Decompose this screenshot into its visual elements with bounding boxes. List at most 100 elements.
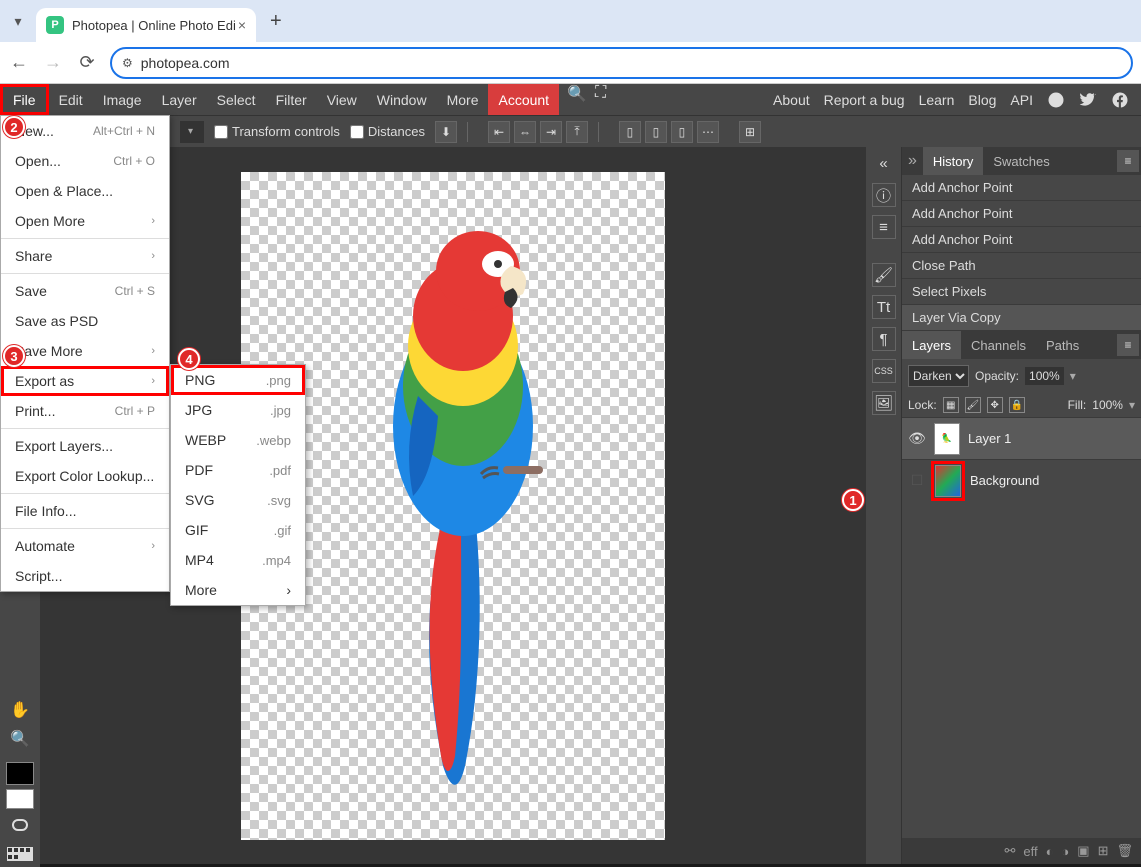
panel-menu-icon[interactable]: ≡ (1117, 150, 1139, 172)
history-item[interactable]: Add Anchor Point (902, 201, 1141, 227)
file-info[interactable]: File Info... (1, 496, 169, 526)
align-center-h-icon[interactable]: ⇔ (514, 121, 536, 143)
distances-checkbox[interactable]: Distances (350, 124, 425, 139)
reddit-icon[interactable] (1047, 91, 1065, 109)
file-open-place[interactable]: Open & Place... (1, 176, 169, 206)
distribute-left-icon[interactable]: ▯ (619, 121, 641, 143)
file-open-more[interactable]: Open More› (1, 206, 169, 236)
distribute-right-icon[interactable]: ▯ (671, 121, 693, 143)
align-top-icon[interactable]: ⤒ (566, 121, 588, 143)
tab-channels[interactable]: Channels (961, 331, 1036, 359)
lock-image-icon[interactable]: 🖌 (965, 397, 981, 413)
link-layers-icon[interactable]: ⚯ (1004, 843, 1015, 859)
more-align-icon[interactable]: ⋯ (697, 121, 719, 143)
align-right-icon[interactable]: ⇥ (540, 121, 562, 143)
blend-mode-select[interactable]: Darken (908, 365, 969, 387)
history-item[interactable]: Add Anchor Point (902, 175, 1141, 201)
export-svg[interactable]: SVG.svg (171, 485, 305, 515)
hand-tool-icon[interactable]: ✋ (5, 698, 35, 723)
file-save-psd[interactable]: Save as PSD (1, 306, 169, 336)
background-color-swatch[interactable] (6, 789, 34, 808)
export-mp4[interactable]: MP4.mp4 (171, 545, 305, 575)
align-panel-icon[interactable]: ≡ (872, 215, 896, 239)
lock-all-icon[interactable]: 🔒 (1009, 397, 1025, 413)
delete-icon[interactable]: 🗑 (1116, 843, 1133, 859)
file-script[interactable]: Script... (1, 561, 169, 591)
file-export-as[interactable]: Export as› (1, 366, 169, 396)
collapse-rail-icon[interactable]: « (872, 151, 896, 175)
menu-select[interactable]: Select (207, 84, 266, 115)
visibility-icon[interactable]: ☐ (908, 472, 926, 489)
history-item[interactable]: Add Anchor Point (902, 227, 1141, 253)
tab-layers[interactable]: Layers (902, 331, 961, 359)
forward-button[interactable]: → (42, 52, 64, 73)
opacity-value[interactable]: 100% (1025, 367, 1064, 385)
menu-image[interactable]: Image (93, 84, 152, 115)
twitter-icon[interactable] (1079, 91, 1097, 109)
link-about[interactable]: About (773, 92, 810, 108)
adjustment-icon[interactable]: ◑ (1061, 844, 1069, 859)
export-webp[interactable]: WEBP.webp (171, 425, 305, 455)
screen-mode-icon[interactable] (5, 842, 35, 867)
download-icon[interactable]: ⬇ (435, 121, 457, 143)
menu-file[interactable]: File (0, 84, 49, 115)
image-panel-icon[interactable]: 🖼 (872, 391, 896, 415)
file-save[interactable]: SaveCtrl + S (1, 276, 169, 306)
tab-swatches[interactable]: Swatches (983, 147, 1059, 175)
lock-position-icon[interactable]: ✥ (987, 397, 1003, 413)
layer-thumbnail[interactable] (935, 465, 961, 497)
export-pdf[interactable]: PDF.pdf (171, 455, 305, 485)
fill-value[interactable]: 100% (1092, 398, 1123, 412)
layer-thumbnail[interactable]: 🦜 (934, 423, 960, 455)
browser-tab[interactable]: P Photopea | Online Photo Edi × (36, 8, 256, 42)
menu-account[interactable]: Account (488, 84, 559, 115)
visibility-icon[interactable]: 👁 (908, 430, 926, 447)
new-tab-button[interactable]: + (270, 10, 282, 33)
transform-controls-checkbox[interactable]: Transform controls (214, 124, 340, 139)
panel-menu-icon[interactable]: ≡ (1117, 334, 1139, 356)
brush-panel-icon[interactable]: 🖌 (872, 263, 896, 287)
file-share[interactable]: Share› (1, 241, 169, 271)
close-icon[interactable]: × (238, 17, 246, 33)
layer-select-dropdown[interactable] (180, 121, 204, 143)
folder-icon[interactable]: ▣ (1077, 843, 1089, 859)
opacity-slider-icon[interactable]: ▾ (1070, 369, 1076, 383)
facebook-icon[interactable] (1111, 91, 1129, 109)
grid-icon[interactable]: ⊞ (739, 121, 761, 143)
back-button[interactable]: ← (8, 52, 30, 73)
fullscreen-icon[interactable]: ⛶ (595, 84, 606, 115)
lock-transparency-icon[interactable]: ▦ (943, 397, 959, 413)
link-api[interactable]: API (1010, 92, 1033, 108)
export-more[interactable]: More› (171, 575, 305, 605)
tab-history[interactable]: History (923, 147, 983, 175)
info-panel-icon[interactable]: ⓘ (872, 183, 896, 207)
mask-icon[interactable]: ◐ (1046, 844, 1054, 859)
history-item[interactable]: Close Path (902, 253, 1141, 279)
quick-mask-icon[interactable] (5, 813, 35, 838)
menu-layer[interactable]: Layer (152, 84, 207, 115)
history-item[interactable]: Select Pixels (902, 279, 1141, 305)
export-jpg[interactable]: JPG.jpg (171, 395, 305, 425)
menu-more[interactable]: More (437, 84, 489, 115)
menu-edit[interactable]: Edit (49, 84, 93, 115)
character-panel-icon[interactable]: Tt (872, 295, 896, 319)
align-left-icon[interactable]: ⇤ (488, 121, 510, 143)
foreground-color-swatch[interactable] (6, 762, 34, 785)
history-item[interactable]: Layer Via Copy (902, 305, 1141, 331)
file-print[interactable]: Print...Ctrl + P (1, 396, 169, 426)
menu-window[interactable]: Window (367, 84, 437, 115)
site-settings-icon[interactable]: ⚙ (122, 56, 133, 70)
menu-view[interactable]: View (317, 84, 367, 115)
collapse-icon[interactable]: » (902, 152, 923, 170)
file-export-lut[interactable]: Export Color Lookup... (1, 461, 169, 491)
distribute-center-icon[interactable]: ▯ (645, 121, 667, 143)
layer-row[interactable]: 👁 🦜 Layer 1 (902, 417, 1141, 459)
file-save-more[interactable]: Save More› (1, 336, 169, 366)
file-open[interactable]: Open...Ctrl + O (1, 146, 169, 176)
reload-button[interactable]: ⟳ (76, 52, 98, 73)
browser-tab-list-button[interactable]: ▾ (0, 0, 36, 42)
fill-slider-icon[interactable]: ▾ (1129, 398, 1135, 412)
file-export-layers[interactable]: Export Layers... (1, 431, 169, 461)
zoom-tool-icon[interactable]: 🔍 (5, 727, 35, 752)
export-gif[interactable]: GIF.gif (171, 515, 305, 545)
